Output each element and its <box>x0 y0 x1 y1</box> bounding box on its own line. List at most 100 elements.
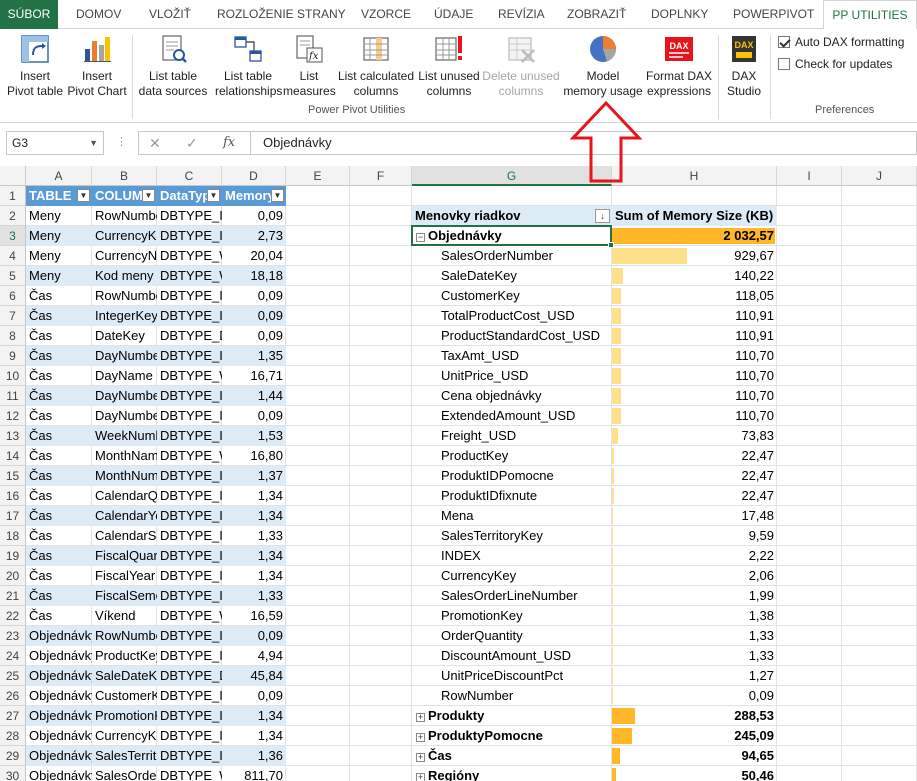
table-cell[interactable]: Objednávky <box>26 626 92 646</box>
table-cell[interactable]: Objednávky <box>26 666 92 686</box>
row-header-9[interactable]: 9 <box>0 346 26 366</box>
pivot-item-label[interactable]: UnitPrice_USD <box>412 366 612 386</box>
table-cell[interactable]: Čas <box>26 426 92 446</box>
tab-addins[interactable]: DOPLNKY <box>651 0 708 29</box>
table-cell[interactable]: DayNumberOfYear <box>92 406 157 426</box>
pivot-item-label[interactable]: ProductStandardCost_USD <box>412 326 612 346</box>
table-cell[interactable]: PromotionKey <box>92 706 157 726</box>
dax-studio-button[interactable]: DAX DAX Studio <box>722 33 766 99</box>
pivot-item-label[interactable]: UnitPriceDiscountPct <box>412 666 612 686</box>
pivot-item-value[interactable]: 1,33 <box>612 646 777 666</box>
pivot-item-label[interactable]: PromotionKey <box>412 606 612 626</box>
pivot-item-value[interactable]: 22,47 <box>612 446 777 466</box>
list-unused-columns-button[interactable]: List unused columns <box>416 33 482 99</box>
pivot-item-value[interactable]: 2,06 <box>612 566 777 586</box>
row-header-11[interactable]: 11 <box>0 386 26 406</box>
pivot-item-value[interactable]: 1,33 <box>612 626 777 646</box>
row-header-13[interactable]: 13 <box>0 426 26 446</box>
pivot-item-label[interactable]: ProductKey <box>412 446 612 466</box>
table-cell[interactable]: Čas <box>26 286 92 306</box>
pivot-item-label[interactable]: SaleDateKey <box>412 266 612 286</box>
table-cell[interactable]: DBTYPE_I4 <box>157 286 222 306</box>
chevron-down-icon[interactable]: ▼ <box>89 132 98 154</box>
row-header-23[interactable]: 23 <box>0 626 26 646</box>
pivot-item-value[interactable]: 140,22 <box>612 266 777 286</box>
row-header-30[interactable]: 30 <box>0 766 26 781</box>
tab-file[interactable]: SÚBOR <box>0 0 58 29</box>
pivot-item-value[interactable]: 110,70 <box>612 346 777 366</box>
table-cell[interactable]: DBTYPE_I8 <box>157 306 222 326</box>
table-cell[interactable]: DateKey <box>92 326 157 346</box>
pivot-group-row[interactable]: + ProduktyPomocne <box>412 726 612 746</box>
table-cell[interactable]: DBTYPE_I8 <box>157 426 222 446</box>
table-cell[interactable]: Čas <box>26 506 92 526</box>
table-cell[interactable]: 2,73 <box>222 226 286 246</box>
pivot-item-value[interactable]: 9,59 <box>612 526 777 546</box>
table-cell[interactable]: IntegerKey <box>92 306 157 326</box>
table-header-cell[interactable]: TABLE ▼ <box>26 186 92 206</box>
table-cell[interactable]: 0,09 <box>222 406 286 426</box>
table-cell[interactable]: Čas <box>26 546 92 566</box>
table-cell[interactable]: Čas <box>26 526 92 546</box>
pivot-group-value[interactable]: 50,46 <box>612 766 777 781</box>
cancel-icon[interactable]: ✕ <box>149 132 161 154</box>
format-dax-expressions-button[interactable]: DAX Format DAX expressions <box>645 33 713 99</box>
tab-pp-utilities[interactable]: PP UTILITIES <box>823 0 917 30</box>
list-table-data-sources-button[interactable]: List table data sources <box>137 33 209 99</box>
row-header-4[interactable]: 4 <box>0 246 26 266</box>
pivot-item-value[interactable]: 110,70 <box>612 366 777 386</box>
table-header-cell[interactable]: Memory ▼ <box>222 186 286 206</box>
pivot-group-row[interactable]: + Regióny <box>412 766 612 781</box>
table-cell[interactable]: DBTYPE_I8 <box>157 746 222 766</box>
table-cell[interactable]: 16,59 <box>222 606 286 626</box>
pivot-value-header[interactable]: Sum of Memory Size (KB) <box>612 206 777 226</box>
table-cell[interactable]: DBTYPE_WSTR <box>157 266 222 286</box>
table-cell[interactable]: Čas <box>26 446 92 466</box>
table-cell[interactable]: 1,44 <box>222 386 286 406</box>
table-cell[interactable]: FiscalSemester <box>92 586 157 606</box>
table-cell[interactable]: DBTYPE_WSTR <box>157 366 222 386</box>
check-for-updates-checkbox[interactable]: Check for updates <box>778 57 892 71</box>
row-header-7[interactable]: 7 <box>0 306 26 326</box>
name-box[interactable]: G3 ▼ <box>6 131 104 155</box>
pivot-item-label[interactable]: ProduktIDPomocne <box>412 466 612 486</box>
table-cell[interactable]: SalesOrderNumber <box>92 766 157 781</box>
table-cell[interactable]: Kod meny <box>92 266 157 286</box>
pivot-item-label[interactable]: SalesTerritoryKey <box>412 526 612 546</box>
filter-dropdown-icon[interactable]: ▼ <box>271 189 284 202</box>
worksheet-grid[interactable]: A B C D E F G H I J 1 2 3 4 5 6 7 8 9 10 11 12 13 14 15 16 17 18 19 2… <box>0 166 917 781</box>
pivot-item-value[interactable]: 17,48 <box>612 506 777 526</box>
row-header-3[interactable]: 3 <box>0 226 26 246</box>
pivot-item-label[interactable]: ProduktIDfixnute <box>412 486 612 506</box>
expand-icon[interactable]: + <box>416 753 425 762</box>
tab-powerpivot[interactable]: POWERPIVOT <box>733 0 814 29</box>
column-header-i[interactable]: I <box>777 166 842 186</box>
expand-icon[interactable]: + <box>416 773 425 781</box>
table-cell[interactable]: RowNumber <box>92 206 157 226</box>
row-header-22[interactable]: 22 <box>0 606 26 626</box>
table-cell[interactable]: 16,71 <box>222 366 286 386</box>
table-cell[interactable]: Meny <box>26 206 92 226</box>
table-cell[interactable]: 1,34 <box>222 546 286 566</box>
table-cell[interactable]: FiscalQuarter <box>92 546 157 566</box>
auto-dax-formatting-checkbox[interactable]: Auto DAX formatting <box>778 35 904 49</box>
column-header-d[interactable]: D <box>222 166 286 186</box>
table-cell[interactable]: Meny <box>26 266 92 286</box>
table-cell[interactable]: DBTYPE_I8 <box>157 586 222 606</box>
table-header-cell[interactable]: COLUMN ▼ <box>92 186 157 206</box>
pivot-item-value[interactable]: 110,91 <box>612 326 777 346</box>
table-cell[interactable]: MonthNumber <box>92 466 157 486</box>
table-cell[interactable]: 20,04 <box>222 246 286 266</box>
table-cell[interactable]: DayNumber <box>92 346 157 366</box>
model-memory-usage-button[interactable]: Model memory usage <box>561 33 645 99</box>
table-cell[interactable]: 0,09 <box>222 206 286 226</box>
pivot-item-label[interactable]: CurrencyKey <box>412 566 612 586</box>
pivot-group-value[interactable]: 245,09 <box>612 726 777 746</box>
table-cell[interactable]: Objednávky <box>26 746 92 766</box>
table-cell[interactable]: 1,34 <box>222 706 286 726</box>
table-cell[interactable]: DBTYPE_I8 <box>157 346 222 366</box>
pivot-item-label[interactable]: ExtendedAmount_USD <box>412 406 612 426</box>
pivot-group-row[interactable]: + Čas <box>412 746 612 766</box>
table-cell[interactable]: DBTYPE_I8 <box>157 506 222 526</box>
table-cell[interactable]: Čas <box>26 466 92 486</box>
